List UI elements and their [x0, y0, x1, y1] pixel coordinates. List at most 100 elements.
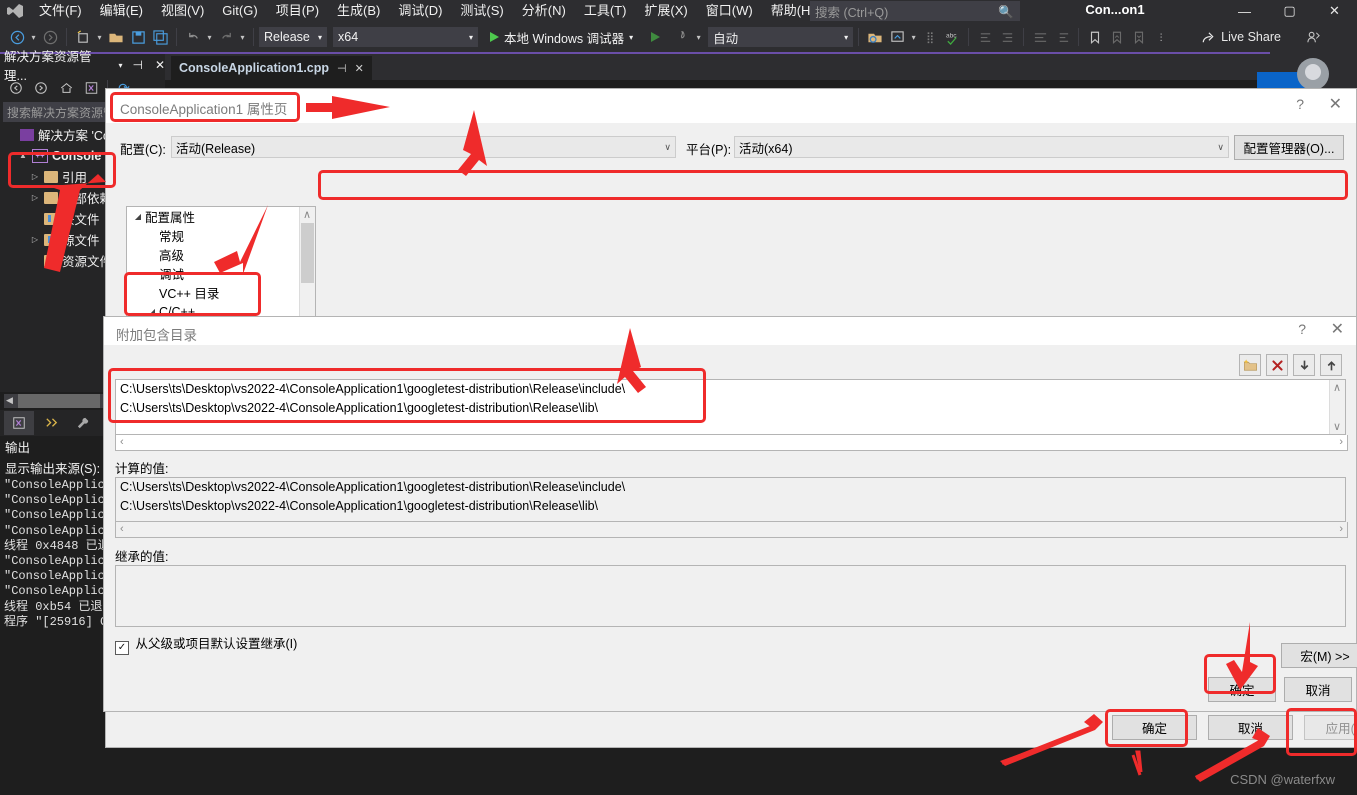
- twisty-icon[interactable]: ◢: [145, 307, 159, 316]
- scrollbar-thumb[interactable]: [301, 223, 314, 283]
- start-without-debugging-icon[interactable]: [644, 26, 666, 48]
- pin-icon[interactable]: ⊣: [337, 62, 347, 75]
- document-tab-consoleapplication1-cpp[interactable]: ConsoleApplication1.cpp ⊣ ✕: [171, 56, 372, 80]
- tree-node-configuration-properties[interactable]: ◢ 配置属性: [127, 207, 315, 226]
- start-debug-button[interactable]: 本地 Windows 调试器 ▾: [486, 28, 637, 47]
- tab-git-changes[interactable]: [36, 411, 66, 435]
- select-in-solution-explorer-icon[interactable]: [864, 26, 886, 48]
- close-icon[interactable]: ✕: [355, 62, 364, 75]
- inherit-checkbox[interactable]: ✓: [115, 640, 129, 655]
- tree-node-advanced[interactable]: 高级: [127, 245, 315, 264]
- menu-view[interactable]: 视图(V): [152, 0, 213, 22]
- se-forward-icon[interactable]: [30, 77, 52, 99]
- new-project-icon[interactable]: [72, 26, 94, 48]
- close-button[interactable]: ✕: [1312, 0, 1357, 22]
- preview-window-icon[interactable]: [886, 26, 908, 48]
- scroll-left-icon[interactable]: ‹: [120, 522, 124, 537]
- menu-build[interactable]: 生成(B): [328, 0, 389, 22]
- navigate-backward-icon[interactable]: [6, 26, 28, 48]
- move-down-icon[interactable]: [1293, 354, 1315, 376]
- twisty-icon[interactable]: ▷: [30, 235, 40, 244]
- redo-dropdown-icon[interactable]: ▾: [237, 33, 248, 42]
- include-entry[interactable]: C:\Users\ts\Desktop\vs2022-4\ConsoleAppl…: [116, 380, 1345, 399]
- drag-handle-icon[interactable]: ⣿: [919, 26, 941, 48]
- move-up-icon[interactable]: [1320, 354, 1342, 376]
- help-icon[interactable]: ?: [1298, 321, 1306, 337]
- menu-debug[interactable]: 调试(D): [389, 0, 451, 22]
- property-pages-ok-button[interactable]: 确定: [1112, 715, 1197, 740]
- menu-file[interactable]: 文件(F): [30, 0, 91, 22]
- navigate-forward-icon[interactable]: [39, 26, 61, 48]
- inherit-checkbox-row[interactable]: ✓ 从父级或项目默认设置继承(I): [115, 633, 297, 655]
- close-icon[interactable]: ✕: [155, 58, 165, 72]
- tab-solution-explorer[interactable]: [4, 411, 34, 435]
- configuration-dropdown[interactable]: 活动(Release) ∨: [171, 136, 676, 158]
- preview-dropdown-icon[interactable]: ▾: [908, 33, 919, 42]
- list-horizontal-scrollbar[interactable]: ‹ ›: [115, 435, 1348, 451]
- new-folder-icon[interactable]: [1239, 354, 1261, 376]
- scroll-right-icon[interactable]: ›: [1339, 522, 1343, 537]
- hot-reload-dropdown-icon[interactable]: ▾: [693, 33, 704, 42]
- configuration-manager-button[interactable]: 配置管理器(O)...: [1234, 135, 1344, 160]
- spellcheck-icon[interactable]: abc: [941, 26, 963, 48]
- tree-node-debugging[interactable]: 调试: [127, 264, 315, 283]
- se-switch-views-icon[interactable]: [80, 77, 102, 99]
- help-icon[interactable]: ?: [1296, 96, 1304, 112]
- menu-analyze[interactable]: 分析(N): [513, 0, 575, 22]
- menu-test[interactable]: 测试(S): [451, 0, 512, 22]
- include-dialog-ok-button[interactable]: 确定: [1208, 677, 1276, 702]
- menu-extensions[interactable]: 扩展(X): [635, 0, 696, 22]
- redo-icon[interactable]: [215, 26, 237, 48]
- bookmark-overflow-icon[interactable]: ⋮: [1150, 26, 1172, 48]
- menu-project[interactable]: 项目(P): [267, 0, 328, 22]
- configuration-combo[interactable]: Release ▾: [259, 27, 327, 47]
- list-vertical-scrollbar[interactable]: ∧ ∨: [1329, 380, 1345, 434]
- delete-icon[interactable]: [1266, 354, 1288, 376]
- toggle-bookmark-icon[interactable]: [1084, 26, 1106, 48]
- menu-edit[interactable]: 编辑(E): [91, 0, 152, 22]
- quick-search-input[interactable]: 搜索 (Ctrl+Q) 🔍: [810, 1, 1020, 21]
- hot-reload-icon[interactable]: [671, 26, 693, 48]
- scroll-right-icon[interactable]: ›: [1339, 435, 1343, 450]
- twisty-icon[interactable]: ▲: [18, 151, 28, 160]
- property-pages-apply-button[interactable]: 应用(A): [1304, 715, 1357, 740]
- include-directories-list[interactable]: C:\Users\ts\Desktop\vs2022-4\ConsoleAppl…: [115, 379, 1346, 435]
- manage-accounts-icon[interactable]: [1303, 26, 1325, 48]
- scroll-up-icon[interactable]: ∧: [303, 208, 311, 221]
- se-back-icon[interactable]: [5, 77, 27, 99]
- tab-properties[interactable]: [68, 411, 98, 435]
- evaluated-horizontal-scrollbar[interactable]: ‹ ›: [115, 522, 1348, 538]
- se-home-icon[interactable]: [55, 77, 77, 99]
- auto-combo[interactable]: 自动 ▾: [708, 27, 854, 47]
- scroll-down-icon[interactable]: ∨: [1333, 420, 1341, 433]
- scroll-left-icon[interactable]: ◀: [6, 395, 13, 406]
- close-icon[interactable]: ✕: [1329, 94, 1342, 114]
- live-share-button[interactable]: Live Share: [1200, 30, 1281, 45]
- property-pages-cancel-button[interactable]: 取消: [1208, 715, 1293, 740]
- scroll-left-icon[interactable]: ‹: [120, 435, 124, 450]
- tree-node-general[interactable]: 常规: [127, 226, 315, 245]
- menu-git[interactable]: Git(G): [213, 0, 266, 22]
- undo-dropdown-icon[interactable]: ▾: [204, 33, 215, 42]
- save-all-icon[interactable]: [149, 26, 171, 48]
- scrollbar-thumb[interactable]: [18, 394, 100, 408]
- twisty-icon[interactable]: ▷: [30, 172, 40, 181]
- twisty-icon[interactable]: ▷: [30, 193, 40, 202]
- platform-dropdown[interactable]: 活动(x64) ∨: [734, 136, 1229, 158]
- avatar[interactable]: [1297, 58, 1329, 90]
- back-dropdown-icon[interactable]: ▾: [28, 33, 39, 42]
- menu-window[interactable]: 窗口(W): [697, 0, 762, 22]
- save-icon[interactable]: [127, 26, 149, 48]
- open-file-icon[interactable]: [105, 26, 127, 48]
- chevron-down-icon[interactable]: ▾: [118, 61, 122, 70]
- tree-node-vcpp-directories[interactable]: VC++ 目录: [127, 283, 315, 302]
- scroll-up-icon[interactable]: ∧: [1333, 381, 1341, 394]
- twisty-icon[interactable]: ◢: [131, 212, 145, 221]
- close-icon[interactable]: ✕: [1331, 319, 1344, 339]
- menu-tools[interactable]: 工具(T): [575, 0, 636, 22]
- macros-button[interactable]: 宏(M) >>: [1281, 643, 1357, 668]
- include-entry[interactable]: C:\Users\ts\Desktop\vs2022-4\ConsoleAppl…: [116, 399, 1345, 418]
- minimize-button[interactable]: —: [1222, 0, 1267, 22]
- new-project-dropdown-icon[interactable]: ▾: [94, 33, 105, 42]
- platform-combo[interactable]: x64 ▾: [333, 27, 478, 47]
